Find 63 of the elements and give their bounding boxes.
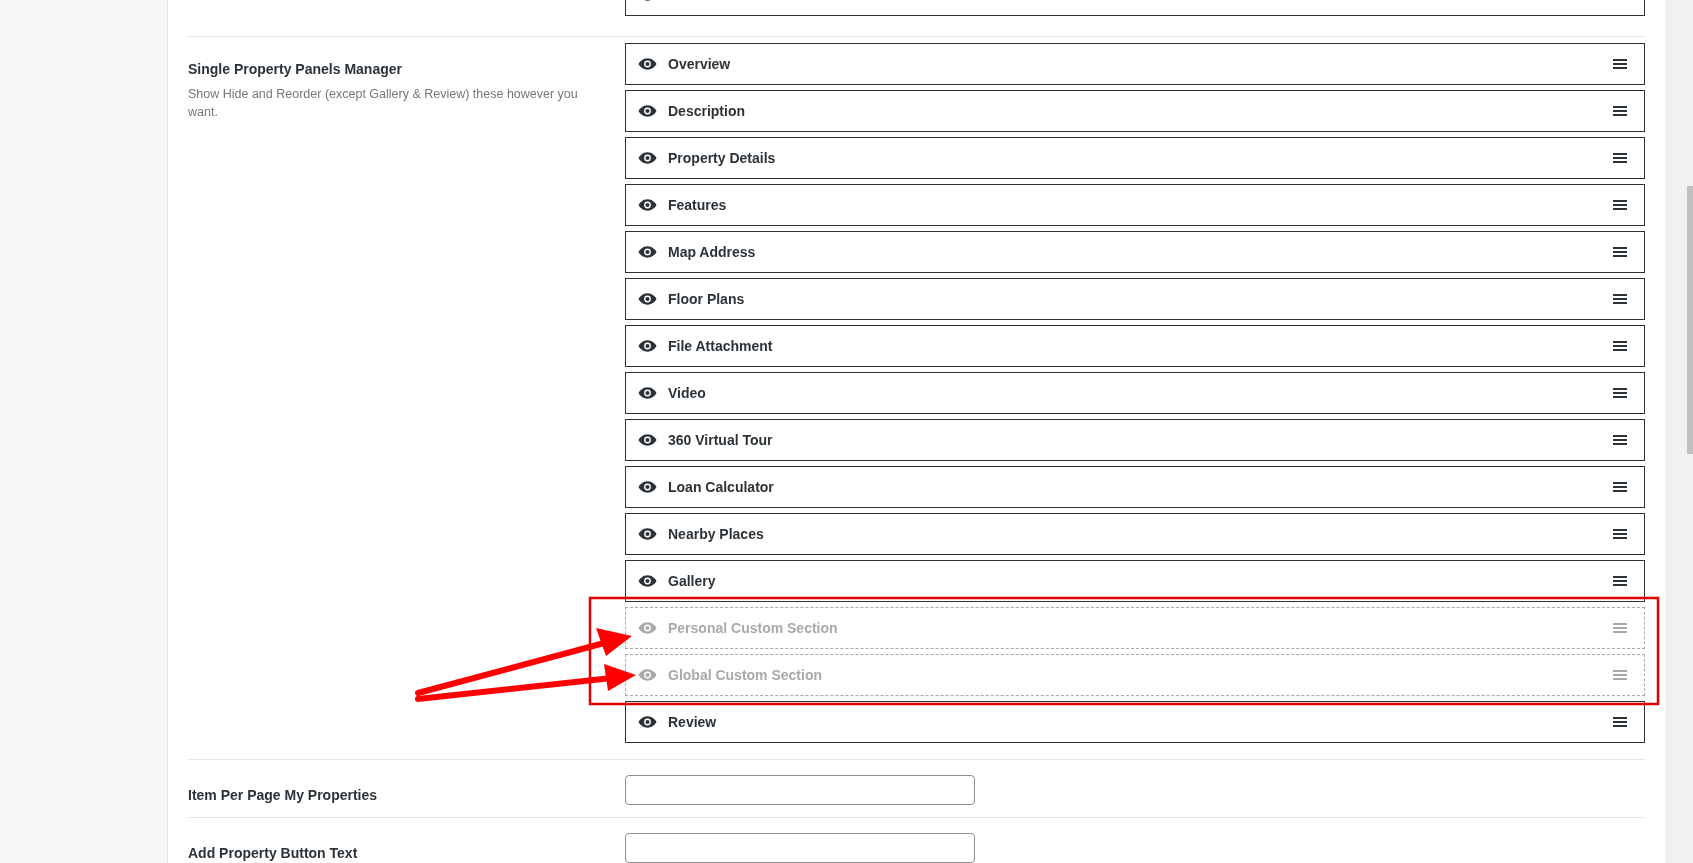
drag-handle-icon[interactable] [1613, 717, 1627, 727]
panel-item-name: Review [668, 714, 718, 730]
drag-handle-icon[interactable] [1613, 670, 1627, 680]
eye-icon[interactable] [638, 292, 657, 306]
eye-icon[interactable] [638, 480, 657, 494]
panel-item-name: 360 Virtual Tour [668, 432, 774, 448]
panel-item-name: Overview [668, 56, 732, 72]
eye-icon[interactable] [638, 198, 657, 212]
text-input[interactable] [625, 832, 975, 863]
panel-item[interactable]: Nearby Places [625, 513, 1645, 555]
eye-icon[interactable] [638, 151, 657, 165]
panel-item-name: Loan Calculator [668, 479, 775, 495]
panel-item[interactable]: Video [625, 372, 1645, 414]
panel-item[interactable]: Map Address [625, 231, 1645, 273]
panel-item-name: Global Custom Section [668, 667, 823, 683]
drag-handle-icon[interactable] [1613, 529, 1627, 539]
panel-item-name: Nearby Places [668, 526, 765, 542]
panel-item[interactable]: Overview [625, 43, 1645, 85]
panel-item[interactable]: Features [625, 184, 1645, 226]
panel-item[interactable]: Description [625, 90, 1645, 132]
panel-item[interactable]: Loan Calculator [625, 466, 1645, 508]
eye-icon[interactable] [638, 386, 657, 400]
drag-handle-icon[interactable] [1613, 59, 1627, 69]
panel-item-name: Features [668, 197, 728, 213]
panel-item[interactable]: File Attachment [625, 325, 1645, 367]
panel-item-name: Floor Plans [668, 291, 746, 307]
setting-description: Show Hide and Reorder (except Gallery & Review) these however you want. [188, 86, 579, 121]
drag-handle-icon[interactable] [1613, 482, 1627, 492]
drag-handle-icon[interactable] [1613, 200, 1627, 210]
panel-item-name: Video [668, 385, 707, 401]
eye-icon[interactable] [638, 527, 657, 541]
drag-handle-icon[interactable] [1613, 247, 1627, 257]
panel-item[interactable]: 360 Virtual Tour [625, 419, 1645, 461]
panel-item[interactable]: Floor Plans [625, 278, 1645, 320]
text-input[interactable] [625, 774, 975, 805]
drag-handle-icon[interactable] [1613, 388, 1627, 398]
panel-item-name: Map Address [668, 244, 757, 260]
panel-item-name: Personal Custom Section [668, 620, 839, 636]
eye-icon[interactable] [638, 57, 657, 71]
drag-handle-icon[interactable] [1613, 106, 1627, 116]
drag-handle-icon[interactable] [1613, 341, 1627, 351]
drag-handle-icon[interactable] [1613, 294, 1627, 304]
setting-label: Item Per Page My Properties [188, 786, 379, 803]
eye-icon[interactable] [638, 574, 657, 588]
drag-handle-icon[interactable] [1613, 576, 1627, 586]
panel-item-name: Property Details [668, 150, 777, 166]
drag-handle-icon[interactable] [1613, 153, 1627, 163]
panel-item[interactable]: Property Details [625, 137, 1645, 179]
eye-icon[interactable] [638, 715, 657, 729]
panel-item-name: File Attachment [668, 338, 774, 354]
panel-item-name: Gallery [668, 573, 717, 589]
panel-item[interactable]: Gallery [625, 560, 1645, 602]
eye-icon[interactable] [638, 339, 657, 353]
eye-icon[interactable] [638, 245, 657, 259]
setting-label: Add Property Button Text [188, 844, 359, 861]
eye-icon[interactable] [638, 104, 657, 118]
panel-item-name: Description [668, 103, 746, 119]
scrollbar[interactable] [1687, 186, 1693, 454]
setting-label: Single Property Panels Manager [188, 61, 403, 77]
drag-handle-icon[interactable] [1613, 435, 1627, 445]
drag-handle-icon[interactable] [1613, 623, 1627, 633]
eye-icon[interactable] [638, 433, 657, 447]
panel-item[interactable]: Review [625, 701, 1645, 743]
